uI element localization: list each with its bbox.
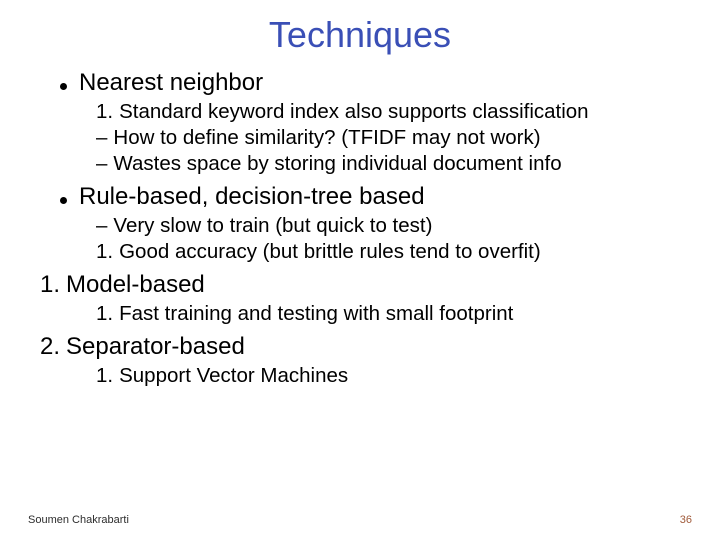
item-text: Very slow to train (but quick to test)	[113, 213, 680, 238]
bullet-icon	[60, 83, 67, 90]
list-item: – How to define similarity? (TFIDF may n…	[96, 125, 680, 150]
section-items: 1. Support Vector Machines	[96, 363, 680, 388]
item-text: Standard keyword index also supports cla…	[119, 99, 680, 124]
item-marker: 1.	[96, 363, 113, 388]
item-marker: –	[96, 151, 107, 176]
list-item: 1. Fast training and testing with small …	[96, 301, 680, 326]
slide-title: Techniques	[0, 0, 720, 62]
slide-content: Nearest neighbor 1. Standard keyword ind…	[0, 68, 720, 388]
heading-text: Separator-based	[66, 332, 245, 362]
section-heading: 1. Model-based	[40, 270, 680, 300]
heading-text: Nearest neighbor	[79, 68, 263, 98]
section-items: 1. Standard keyword index also supports …	[96, 99, 680, 176]
slide: Techniques Nearest neighbor 1. Standard …	[0, 0, 720, 540]
section-heading: Nearest neighbor	[60, 68, 680, 98]
section-heading: 2. Separator-based	[40, 332, 680, 362]
section-heading: Rule-based, decision-tree based	[60, 182, 680, 212]
item-marker: 1.	[96, 301, 113, 326]
list-item: 1. Standard keyword index also supports …	[96, 99, 680, 124]
item-marker: –	[96, 213, 107, 238]
item-marker: –	[96, 125, 107, 150]
item-marker: 1.	[96, 99, 113, 124]
section-items: – Very slow to train (but quick to test)…	[96, 213, 680, 264]
item-text: How to define similarity? (TFIDF may not…	[113, 125, 680, 150]
item-marker: 1.	[96, 239, 113, 264]
list-item: 1. Good accuracy (but brittle rules tend…	[96, 239, 680, 264]
heading-text: Rule-based, decision-tree based	[79, 182, 425, 212]
list-item: – Very slow to train (but quick to test)	[96, 213, 680, 238]
section-items: 1. Fast training and testing with small …	[96, 301, 680, 326]
item-text: Fast training and testing with small foo…	[119, 301, 680, 326]
list-item: 1. Support Vector Machines	[96, 363, 680, 388]
section-number: 2.	[40, 332, 60, 362]
heading-text: Model-based	[66, 270, 205, 300]
bullet-icon	[60, 197, 67, 204]
item-text: Good accuracy (but brittle rules tend to…	[119, 239, 680, 264]
footer-author: Soumen Chakrabarti	[28, 514, 129, 526]
section-number: 1.	[40, 270, 60, 300]
footer-page-number: 36	[680, 514, 692, 526]
item-text: Wastes space by storing individual docum…	[113, 151, 680, 176]
item-text: Support Vector Machines	[119, 363, 680, 388]
list-item: – Wastes space by storing individual doc…	[96, 151, 680, 176]
